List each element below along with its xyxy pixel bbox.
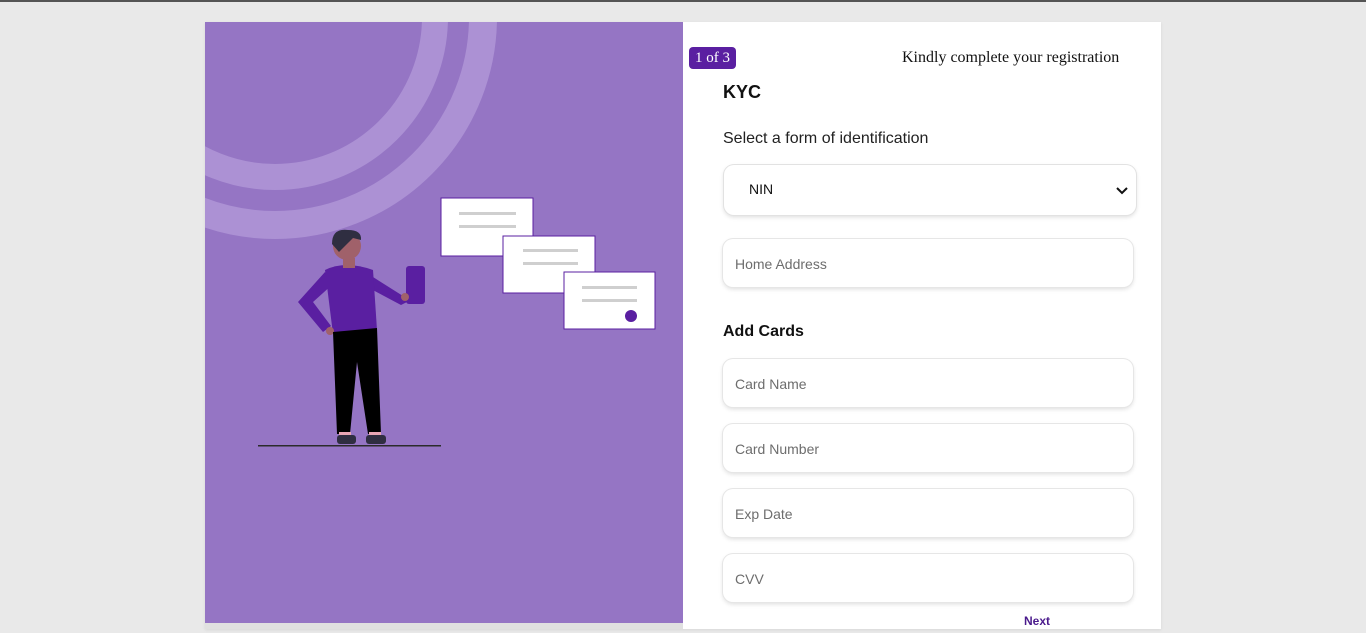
card-name-input[interactable] bbox=[733, 359, 1127, 409]
chevron-down-icon bbox=[1116, 187, 1128, 195]
home-address-input[interactable] bbox=[733, 239, 1127, 289]
exp-date-input[interactable] bbox=[733, 489, 1127, 539]
kyc-heading: KYC bbox=[723, 82, 762, 102]
step-badge: 1 of 3 bbox=[689, 47, 736, 69]
window-top-border bbox=[0, 0, 1366, 2]
identification-label: Select a form of identification bbox=[723, 130, 929, 147]
registration-instruction: Kindly complete your registration bbox=[902, 49, 1120, 66]
identification-selected-value: NIN bbox=[749, 181, 774, 197]
home-address-field[interactable] bbox=[723, 239, 1133, 289]
identification-select[interactable]: NIN bbox=[724, 165, 1136, 215]
cvv-input[interactable] bbox=[733, 554, 1127, 604]
registration-card: 1 of 3 Kindly complete your registration… bbox=[205, 22, 1161, 629]
exp-date-field[interactable] bbox=[723, 489, 1133, 539]
panel-bottom-strip bbox=[205, 623, 683, 629]
illustration-panel bbox=[205, 22, 683, 623]
card-name-field[interactable] bbox=[723, 359, 1133, 409]
add-cards-heading: Add Cards bbox=[723, 323, 804, 340]
cvv-field[interactable] bbox=[723, 554, 1133, 604]
card-number-field[interactable] bbox=[723, 424, 1133, 474]
person-holding-phone-illustration bbox=[205, 22, 656, 447]
next-button[interactable]: Next bbox=[1024, 614, 1050, 628]
card-number-input[interactable] bbox=[733, 424, 1127, 474]
